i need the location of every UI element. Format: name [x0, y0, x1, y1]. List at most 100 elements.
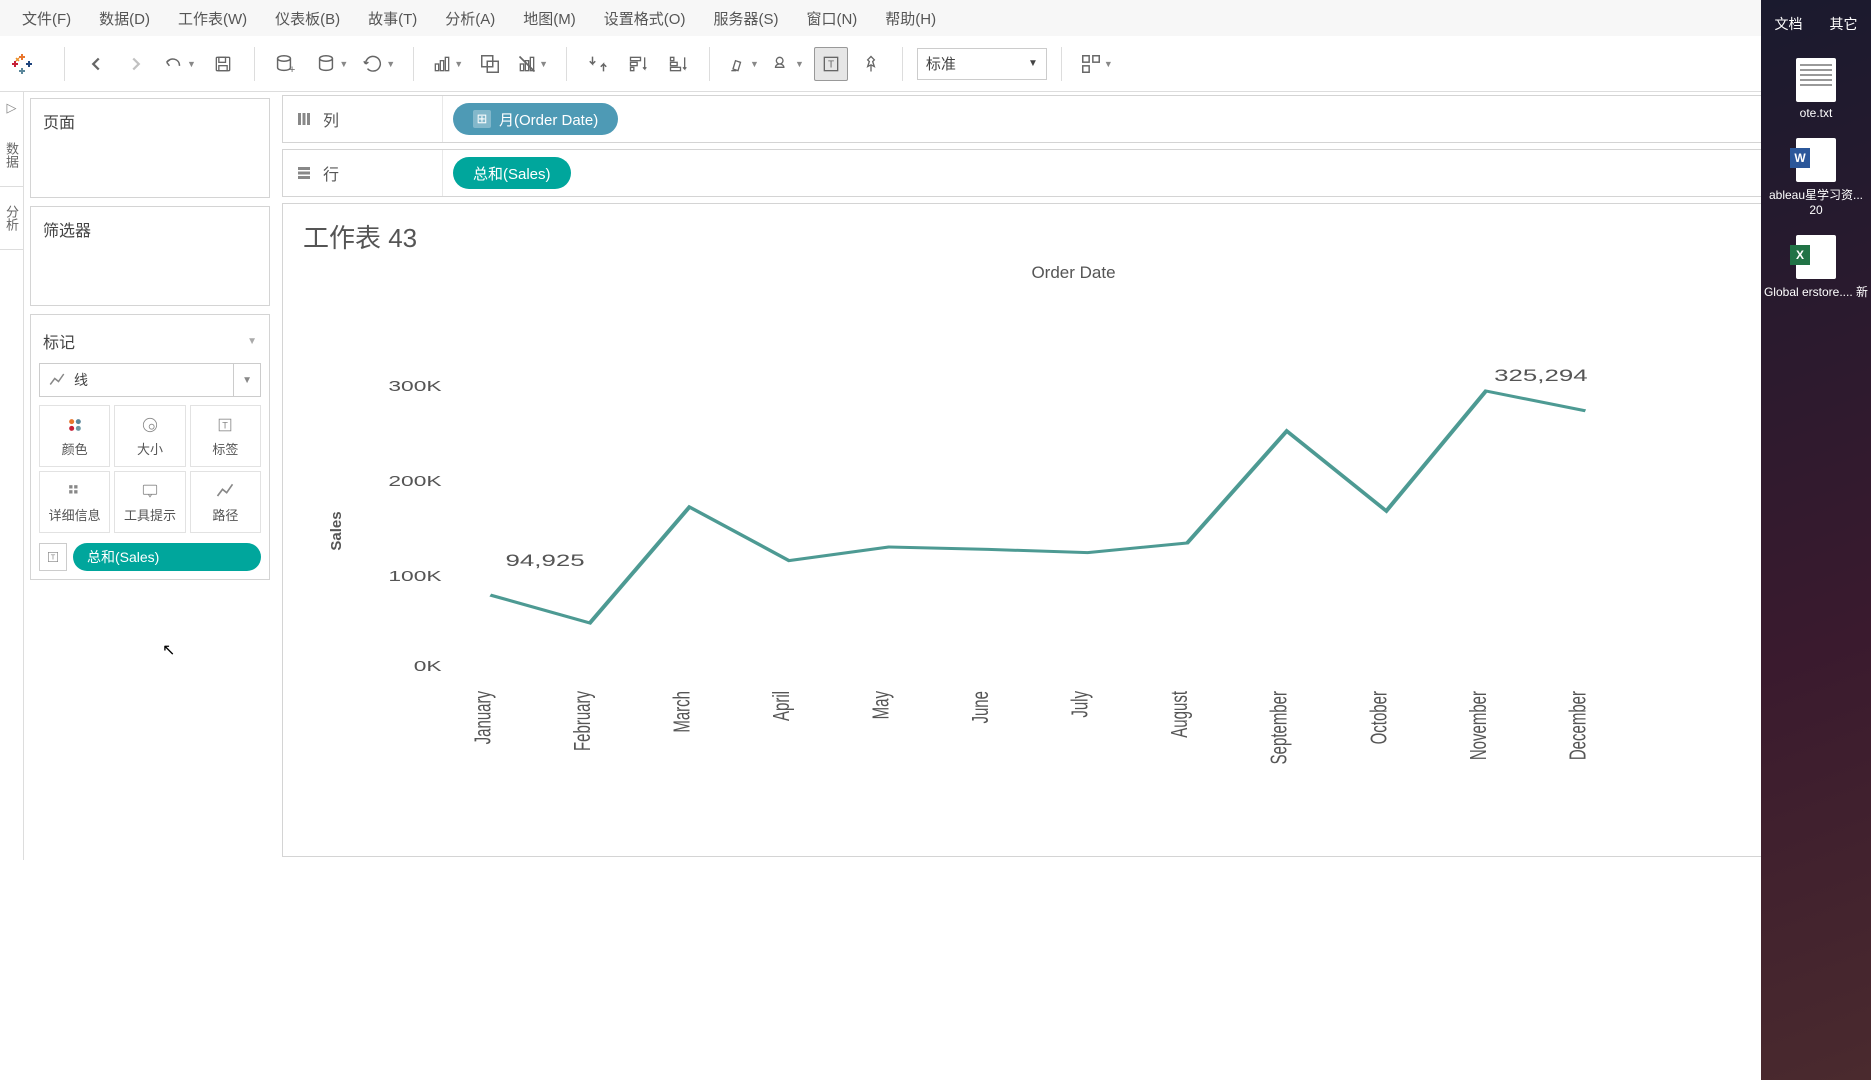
y-tick-2: 200K	[388, 474, 441, 490]
menu-dashboard[interactable]: 仪表板(B)	[261, 8, 354, 29]
menu-format[interactable]: 设置格式(O)	[590, 8, 700, 29]
side-tab-analysis[interactable]: 分析	[0, 187, 23, 250]
menu-data[interactable]: 数据(D)	[85, 8, 164, 29]
mark-type-select[interactable]: 线 ▼	[39, 363, 261, 397]
sheet-title[interactable]: 工作表 43	[303, 218, 1844, 255]
columns-icon	[295, 110, 313, 128]
svg-text:T: T	[828, 59, 834, 70]
columns-shelf[interactable]: 列 ⊞ 月(Order Date)	[282, 95, 1865, 143]
clear-sheet-button[interactable]: ▼	[513, 47, 552, 81]
marks-path[interactable]: 路径	[190, 471, 261, 533]
x-tick: December	[1567, 691, 1592, 761]
filters-card[interactable]: 筛选器	[30, 206, 270, 306]
svg-text:T: T	[223, 420, 229, 430]
refresh-datasource-button[interactable]: ▼	[311, 47, 352, 81]
excel-icon	[1796, 235, 1836, 279]
tableau-logo-icon	[10, 52, 34, 76]
marks-pill-sales[interactable]: 总和(Sales)	[73, 543, 261, 571]
y-tick-1: 100K	[388, 569, 441, 585]
desktop-file-word[interactable]: ableau星学习资... 20	[1761, 138, 1871, 217]
toolbar: ▼ + ▼ ▼ ▼ ▼ ▼ ▼ T 标准 ▼ ▼	[0, 36, 1871, 92]
x-tick: September	[1268, 691, 1293, 765]
auto-update-button[interactable]: ▼	[358, 47, 399, 81]
fit-mode-select[interactable]: 标准 ▼	[917, 48, 1047, 80]
show-me-button[interactable]: ▼	[1076, 47, 1117, 81]
expand-icon[interactable]: ⊞	[473, 110, 491, 128]
show-labels-button[interactable]: T	[814, 47, 848, 81]
x-tick: April	[770, 691, 795, 721]
x-tick: July	[1069, 691, 1094, 718]
data-label-dec: 325,294	[1494, 365, 1587, 384]
marks-header: 标记 ▼	[39, 323, 261, 363]
marks-tooltip[interactable]: 工具提示	[114, 471, 185, 533]
tooltip-icon	[140, 481, 160, 501]
chart-line	[490, 391, 1585, 623]
highlight-button[interactable]: ▼	[724, 47, 763, 81]
pin-button[interactable]	[854, 47, 888, 81]
fit-mode-value: 标准	[926, 53, 956, 74]
columns-label: 列	[323, 107, 339, 131]
new-worksheet-button[interactable]: ▼	[428, 47, 467, 81]
marks-color[interactable]: 颜色	[39, 405, 110, 467]
marks-size[interactable]: 大小	[114, 405, 185, 467]
desktop-tab-other[interactable]: 其它	[1816, 8, 1871, 40]
duplicate-sheet-button[interactable]	[473, 47, 507, 81]
x-tick: January	[471, 691, 496, 745]
line-icon	[48, 371, 66, 389]
label-icon: T	[215, 415, 235, 435]
side-tab-bar: ▷ 数据 分析	[0, 92, 24, 860]
rows-icon	[295, 164, 313, 182]
marks-label[interactable]: T 标签	[190, 405, 261, 467]
forward-button[interactable]	[119, 47, 153, 81]
rows-shelf[interactable]: 行 总和(Sales)	[282, 149, 1865, 197]
detail-icon	[65, 481, 85, 501]
path-icon	[215, 481, 235, 501]
new-datasource-button[interactable]: +	[269, 47, 305, 81]
txt-icon	[1796, 58, 1836, 102]
x-tick: February	[571, 691, 596, 751]
center-area: 列 ⊞ 月(Order Date) 行 总和(Sales) 工作表 43 Ord…	[276, 92, 1871, 860]
side-tab-data[interactable]: 数据	[0, 124, 23, 187]
line-chart[interactable]: 0K 100K 200K 300K 94,925 325,294 January…	[323, 291, 1844, 771]
mark-type-value: 线	[74, 370, 88, 390]
desktop-file-excel[interactable]: Global erstore.... 新	[1764, 235, 1868, 300]
collapse-icon[interactable]: ▷	[7, 92, 17, 124]
chevron-down-icon: ▼	[1028, 58, 1038, 69]
label-icon: T	[39, 543, 67, 571]
back-button[interactable]	[79, 47, 113, 81]
menu-story[interactable]: 故事(T)	[354, 8, 431, 29]
color-icon	[65, 415, 85, 435]
save-button[interactable]	[206, 47, 240, 81]
columns-pill-month[interactable]: ⊞ 月(Order Date)	[453, 103, 618, 135]
marks-detail[interactable]: 详细信息	[39, 471, 110, 533]
desktop-area: 文档 其它 ote.txt ableau星学习资... 20 Global er…	[1761, 0, 1871, 1080]
rows-label: 行	[323, 161, 339, 185]
x-tick: May	[870, 691, 895, 720]
desktop-file-txt[interactable]: ote.txt	[1796, 58, 1836, 120]
svg-text:T: T	[51, 553, 56, 562]
undo-button[interactable]: ▼	[159, 47, 200, 81]
menu-window[interactable]: 窗口(N)	[792, 8, 871, 29]
size-icon	[140, 415, 160, 435]
filters-header: 筛选器	[31, 207, 269, 251]
rows-pill-sales[interactable]: 总和(Sales)	[453, 157, 571, 189]
desktop-tab-docs[interactable]: 文档	[1761, 8, 1816, 40]
menu-worksheet[interactable]: 工作表(W)	[164, 8, 261, 29]
chevron-down-icon[interactable]: ▼	[247, 336, 257, 347]
menu-help[interactable]: 帮助(H)	[871, 8, 950, 29]
menu-map[interactable]: 地图(M)	[509, 8, 590, 29]
group-button[interactable]: ▼	[769, 47, 808, 81]
sort-asc-button[interactable]	[621, 47, 655, 81]
menu-analysis[interactable]: 分析(A)	[431, 8, 509, 29]
x-tick: November	[1467, 691, 1492, 761]
swap-button[interactable]	[581, 47, 615, 81]
x-tick: June	[969, 691, 994, 724]
sort-desc-button[interactable]	[661, 47, 695, 81]
menu-server[interactable]: 服务器(S)	[699, 8, 792, 29]
pages-card[interactable]: 页面	[30, 98, 270, 198]
viz-area: 工作表 43 Order Date Sales 0K 100K 200K 300…	[282, 203, 1865, 857]
chart-title: Order Date	[303, 263, 1844, 283]
menu-file[interactable]: 文件(F)	[8, 8, 85, 29]
x-tick: August	[1168, 691, 1193, 738]
chevron-down-icon: ▼	[242, 375, 252, 386]
